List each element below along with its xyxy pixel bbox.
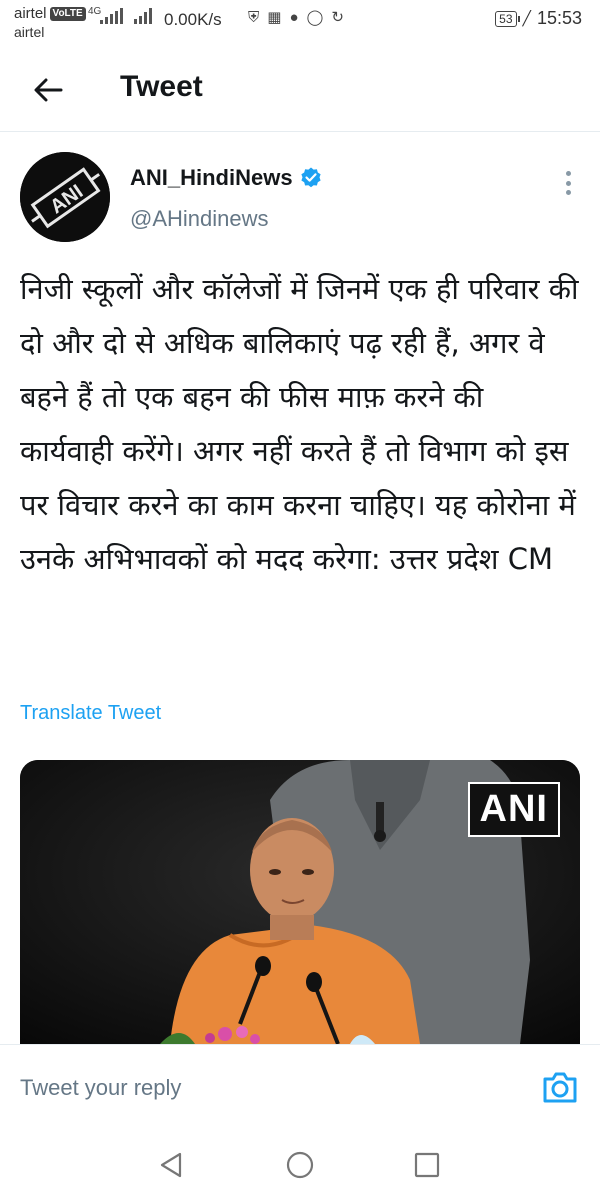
ani-watermark: ANI xyxy=(467,782,560,837)
battery-saver-icon: ╱ xyxy=(522,10,531,26)
author-avatar[interactable]: ANI xyxy=(20,152,110,242)
signal-2-icon xyxy=(134,8,152,24)
carrier-2-label: airtel xyxy=(14,24,45,40)
shield-icon: ⛨ xyxy=(248,9,260,26)
more-options-button[interactable] xyxy=(558,168,578,198)
more-dot-icon xyxy=(565,190,571,195)
page-title: Tweet xyxy=(120,70,203,103)
reply-bar: Tweet your reply xyxy=(0,1044,600,1130)
network-speed: 0.00K/s xyxy=(164,10,222,29)
clock: 15:53 xyxy=(536,8,582,28)
back-button[interactable] xyxy=(26,68,70,112)
message-icon: ● xyxy=(289,9,299,26)
triangle-back-icon xyxy=(160,1152,182,1178)
news-app-icon: ▦ xyxy=(267,9,282,26)
tweet-text: निजी स्कूलों और कॉलेजों में जिनमें एक ही… xyxy=(20,272,579,576)
more-dot-icon xyxy=(565,171,571,176)
reply-input[interactable]: Tweet your reply xyxy=(20,1075,181,1101)
battery-icon: 53 xyxy=(495,10,520,27)
translate-tweet-link[interactable]: Translate Tweet xyxy=(20,702,161,725)
volte-badge: VoLTE xyxy=(49,7,86,21)
nav-back-button[interactable] xyxy=(154,1148,188,1182)
top-app-bar: Tweet xyxy=(0,48,600,132)
circle-home-icon xyxy=(286,1151,314,1179)
nav-recents-button[interactable] xyxy=(410,1148,444,1182)
square-recents-icon xyxy=(414,1152,440,1178)
carrier-1: airtel VoLTE xyxy=(14,4,86,24)
system-nav-bar xyxy=(0,1130,600,1200)
notification-icons: ⛨ ▦ ● ◯ ↻ xyxy=(248,9,344,27)
tweet-media-image[interactable]: ANI xyxy=(20,760,580,1044)
verified-badge-icon xyxy=(300,167,321,188)
camera-icon xyxy=(543,1072,577,1103)
author-name[interactable]: ANI_HindiNews xyxy=(130,165,323,191)
signal-icon xyxy=(100,8,123,24)
carrier-1-label: airtel xyxy=(14,5,47,22)
camera-button[interactable] xyxy=(540,1067,580,1107)
back-arrow-icon xyxy=(34,78,63,102)
author-name-label: ANI_HindiNews xyxy=(130,165,293,190)
ani-logo: ANI xyxy=(20,152,110,242)
author-handle[interactable]: @AHindinews xyxy=(130,206,269,232)
more-dot-icon xyxy=(565,180,571,186)
status-bar: airtel VoLTE airtel 4G 0.00K/s ⛨ ▦ ● ◯ ↻ … xyxy=(0,0,600,48)
sync-icon: ↻ xyxy=(331,9,344,26)
whatsapp-icon: ◯ xyxy=(306,9,324,26)
status-right: 53 ╱ 15:53 xyxy=(495,8,582,29)
nav-home-button[interactable] xyxy=(283,1148,317,1182)
